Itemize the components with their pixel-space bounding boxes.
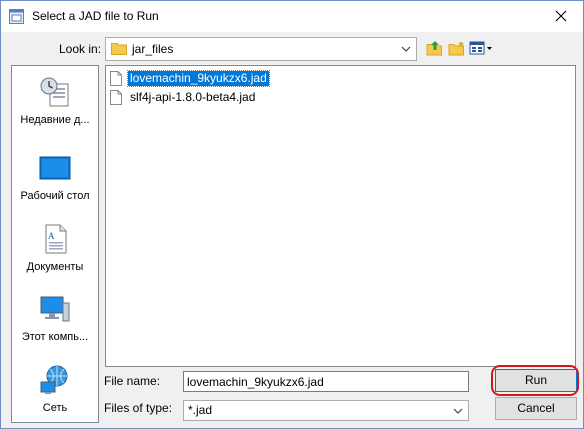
- file-type-value: *.jad: [188, 403, 213, 417]
- close-button[interactable]: [538, 1, 583, 31]
- list-item[interactable]: slf4j-api-1.8.0-beta4.jad: [110, 89, 430, 106]
- documents-icon: A: [45, 224, 67, 254]
- file-list[interactable]: lovemachin_9kyukzx6.jad slf4j-api-1.8.0-…: [105, 65, 576, 367]
- place-label: Этот компь...: [21, 331, 89, 343]
- app-window-icon: [9, 9, 24, 24]
- file-icon: [110, 90, 122, 105]
- place-label: Рабочий стол: [20, 190, 90, 202]
- look-in-value: jar_files: [132, 42, 174, 56]
- this-pc-icon: [40, 296, 70, 322]
- place-label: Документы: [26, 261, 84, 273]
- file-name-input[interactable]: [187, 373, 457, 390]
- look-in-dropdown[interactable]: jar_files: [105, 37, 417, 61]
- up-folder-icon: [426, 41, 442, 56]
- place-documents[interactable]: A Документы: [12, 217, 98, 287]
- place-recent[interactable]: Недавние д...: [12, 70, 98, 140]
- file-icon: [110, 71, 122, 86]
- chevron-down-icon: [453, 408, 463, 414]
- look-in-label: Look in:: [59, 42, 102, 56]
- place-label: Недавние д...: [20, 114, 90, 126]
- file-name-label: File name:: [104, 374, 161, 388]
- up-one-level-button[interactable]: [425, 38, 445, 58]
- desktop-icon: [39, 156, 71, 180]
- close-icon: [555, 10, 566, 22]
- file-name: lovemachin_9kyukzx6.jad: [127, 70, 270, 87]
- cancel-button[interactable]: Cancel: [495, 397, 577, 420]
- place-network[interactable]: Сеть: [12, 358, 98, 428]
- run-button[interactable]: Run: [495, 369, 577, 392]
- file-type-label: Files of type:: [104, 401, 173, 415]
- chevron-down-icon: [401, 46, 411, 52]
- window-title: Select a JAD file to Run: [32, 9, 159, 23]
- list-item[interactable]: lovemachin_9kyukzx6.jad: [110, 70, 430, 87]
- title-bar: Select a JAD file to Run: [1, 1, 583, 32]
- place-desktop[interactable]: Рабочий стол: [12, 146, 98, 216]
- places-bar: Недавние д... Рабочий стол A Документы Э…: [11, 65, 99, 423]
- file-dialog-window: Select a JAD file to Run Look in: jar_fi…: [0, 0, 584, 429]
- recent-places-icon: [40, 77, 69, 107]
- file-type-dropdown[interactable]: *.jad: [183, 400, 469, 421]
- svg-text:A: A: [48, 231, 55, 241]
- new-folder-icon: [448, 41, 464, 56]
- file-name-field[interactable]: [183, 371, 469, 392]
- new-folder-button[interactable]: [447, 38, 467, 58]
- place-label: Сеть: [42, 402, 68, 414]
- network-icon: [40, 365, 68, 394]
- place-this-pc[interactable]: Этот компь...: [12, 287, 98, 357]
- folder-icon: [111, 43, 127, 55]
- view-menu-button[interactable]: [469, 38, 493, 58]
- file-name: slf4j-api-1.8.0-beta4.jad: [130, 90, 256, 104]
- view-list-icon: [469, 41, 492, 55]
